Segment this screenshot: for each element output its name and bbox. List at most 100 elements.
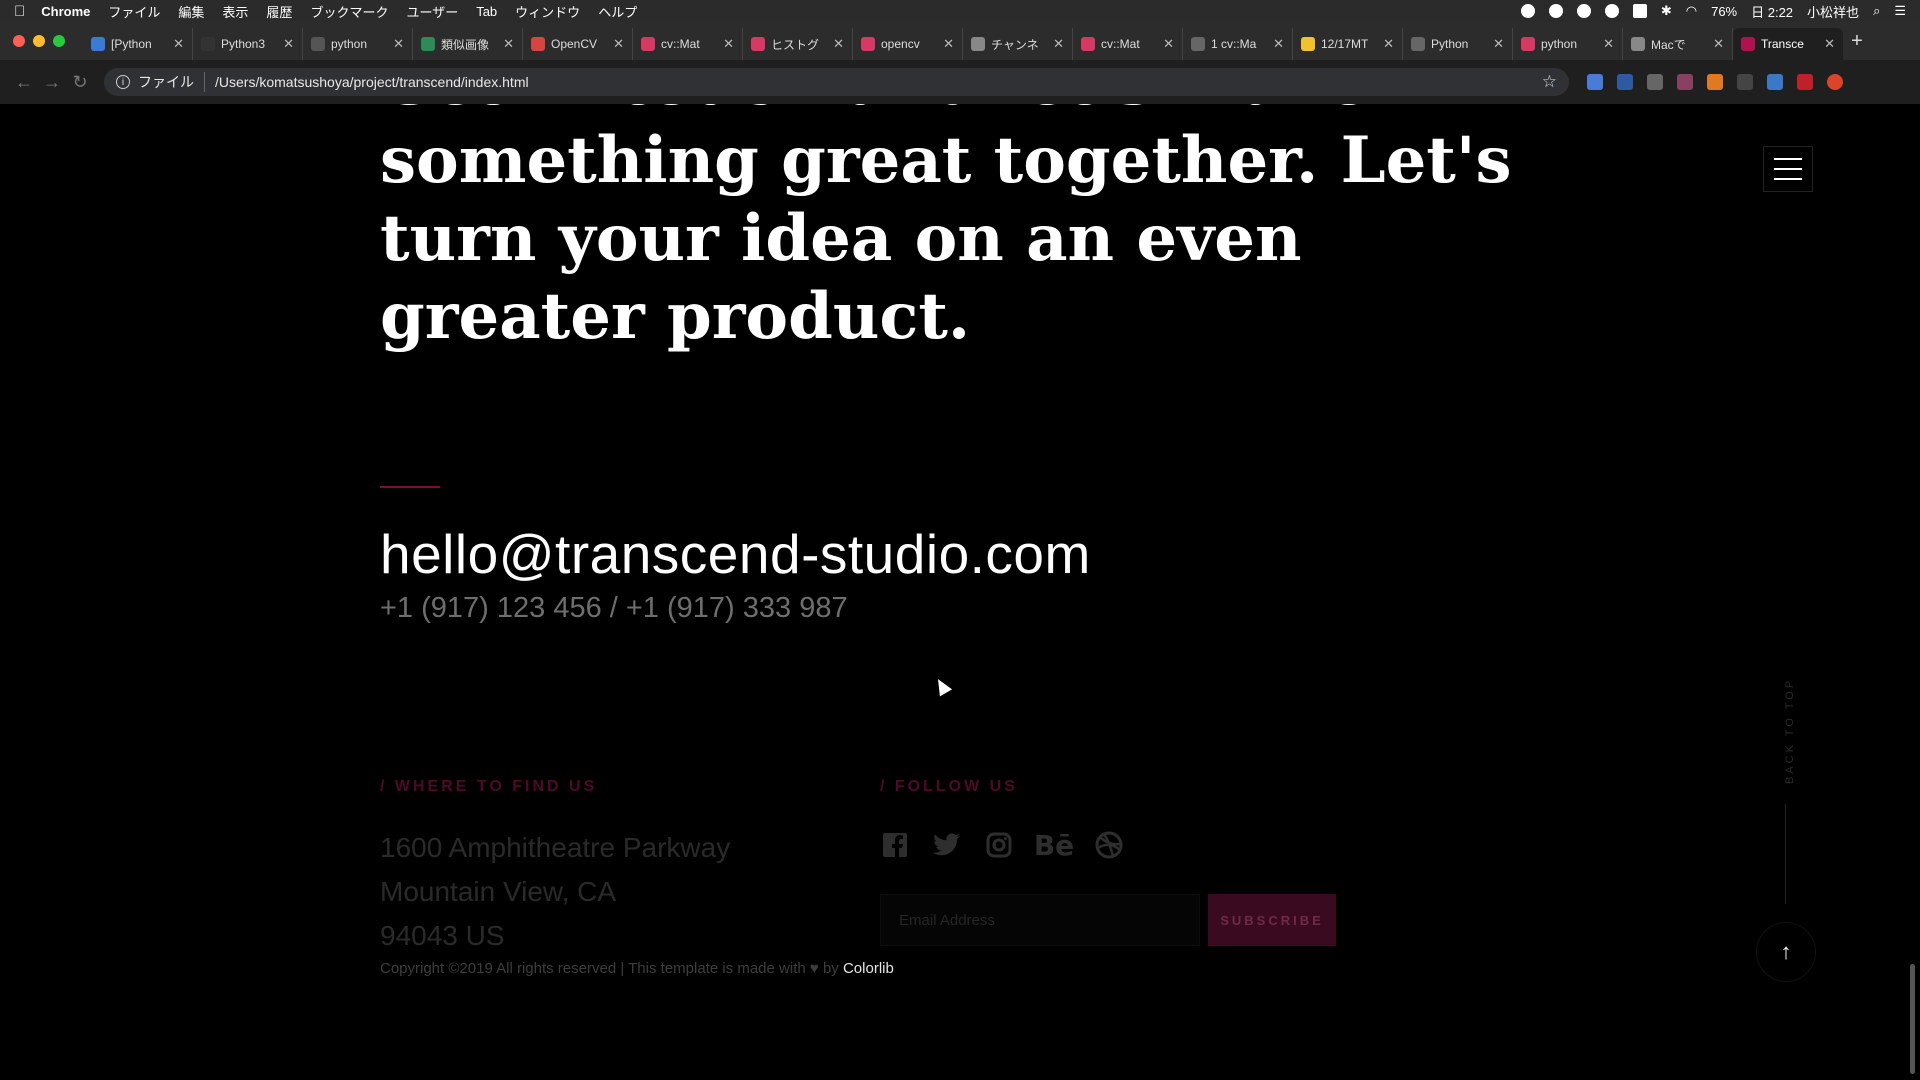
scheme-label: ファイル — [138, 72, 205, 92]
forward-arrow-icon[interactable]: → — [38, 72, 66, 93]
tab-close-icon[interactable]: ✕ — [283, 36, 294, 52]
tab-close-icon[interactable]: ✕ — [1273, 36, 1284, 52]
extension-icon[interactable] — [1677, 74, 1693, 90]
colorlib-link[interactable]: Colorlib — [843, 960, 894, 977]
creative-cloud-icon[interactable] — [1604, 4, 1619, 18]
address-block: 1600 Amphitheatre Parkway Mountain View,… — [380, 826, 730, 958]
url-text[interactable]: /Users/komatsushoya/project/transcend/in… — [215, 74, 1542, 90]
twitter-icon[interactable] — [932, 830, 962, 860]
minimize-window-button[interactable] — [33, 35, 45, 47]
tab-close-icon[interactable]: ✕ — [1713, 36, 1724, 52]
bluetooth-icon[interactable]: ✱ — [1661, 3, 1672, 19]
browser-tab[interactable]: cv::Mat ✕ — [1073, 28, 1183, 60]
subscribe-button[interactable]: SUBSCRIBE — [1208, 894, 1336, 946]
menu-bookmarks[interactable]: ブックマーク — [310, 2, 388, 21]
new-tab-button[interactable]: + — [1843, 30, 1871, 53]
tab-close-icon[interactable]: ✕ — [1493, 36, 1504, 52]
tab-close-icon[interactable]: ✕ — [1824, 36, 1835, 52]
hamburger-menu-button[interactable] — [1763, 146, 1813, 192]
address-line: 94043 US — [380, 920, 505, 951]
tab-close-icon[interactable]: ✕ — [1053, 36, 1064, 52]
status-area: ✱ ◠ 76% 日 2:22 小松祥也 ⌕ ☰ — [1520, 2, 1906, 21]
profile-avatar-icon[interactable] — [1827, 74, 1843, 90]
battery-text[interactable]: 76% — [1711, 4, 1737, 19]
tab-close-icon[interactable]: ✕ — [833, 36, 844, 52]
bookmark-star-icon[interactable]: ☆ — [1542, 72, 1557, 92]
close-window-button[interactable] — [13, 35, 25, 47]
copyright-main: Copyright ©2019 All rights reserved | Th… — [380, 960, 806, 977]
extension-icon[interactable] — [1647, 74, 1663, 90]
clock[interactable]: 日 2:22 — [1751, 2, 1793, 21]
browser-tab[interactable]: Python3 ✕ — [193, 28, 303, 60]
menu-window[interactable]: ウィンドウ — [515, 2, 580, 21]
dribbble-icon[interactable] — [1094, 830, 1124, 860]
page-scrollbar-thumb[interactable] — [1910, 964, 1915, 1074]
notification-center-icon[interactable]: ☰ — [1894, 3, 1906, 19]
browser-tab[interactable]: python ✕ — [1513, 28, 1623, 60]
tab-favicon-icon — [201, 37, 215, 51]
tab-close-icon[interactable]: ✕ — [1603, 36, 1614, 52]
browser-tab[interactable]: 類似画像 ✕ — [413, 28, 523, 60]
browser-tab[interactable]: OpenCV ✕ — [523, 28, 633, 60]
browser-tab[interactable]: Transce ✕ — [1733, 28, 1843, 60]
tab-close-icon[interactable]: ✕ — [613, 36, 624, 52]
instagram-icon[interactable] — [984, 830, 1014, 860]
extension-icon[interactable] — [1797, 74, 1813, 90]
tab-close-icon[interactable]: ✕ — [173, 36, 184, 52]
dropbox-icon[interactable] — [1576, 4, 1591, 18]
menu-edit[interactable]: 編集 — [178, 2, 204, 21]
tab-close-icon[interactable]: ✕ — [393, 36, 404, 52]
browser-tab[interactable]: 12/17MT ✕ — [1293, 28, 1403, 60]
keyboard-icon[interactable] — [1632, 4, 1647, 18]
browser-tab[interactable]: 1 cv::Ma ✕ — [1183, 28, 1293, 60]
menu-history[interactable]: 履歴 — [266, 2, 292, 21]
browser-tab[interactable]: python ✕ — [303, 28, 413, 60]
wifi-icon[interactable]: ◠ — [1686, 3, 1697, 19]
back-to-top-button[interactable]: ↑ — [1756, 922, 1816, 982]
menu-help[interactable]: ヘルプ — [598, 2, 637, 21]
mouse-cursor-icon — [931, 675, 953, 697]
extension-icon[interactable] — [1737, 74, 1753, 90]
metamask-extension-icon[interactable] — [1707, 74, 1723, 90]
grammarly-icon[interactable] — [1548, 4, 1563, 18]
menu-app-name[interactable]: Chrome — [41, 4, 90, 19]
back-arrow-icon[interactable]: ← — [10, 72, 38, 93]
browser-tab[interactable]: cv::Mat ✕ — [633, 28, 743, 60]
dictionary-extension-icon[interactable] — [1617, 74, 1633, 90]
browser-tab[interactable]: [Python ✕ — [83, 28, 193, 60]
tab-close-icon[interactable]: ✕ — [723, 36, 734, 52]
extension-icon[interactable] — [1767, 74, 1783, 90]
apple-menu-icon[interactable]:  — [14, 3, 25, 20]
reload-icon[interactable]: ↻ — [66, 72, 94, 93]
menu-tab[interactable]: Tab — [476, 4, 497, 19]
browser-tab[interactable]: opencv ✕ — [853, 28, 963, 60]
contact-email-link[interactable]: hello@transcend-studio.com — [380, 522, 1091, 586]
spotlight-icon[interactable]: ⌕ — [1873, 3, 1880, 19]
address-bar[interactable]: i ファイル /Users/komatsushoya/project/trans… — [104, 68, 1569, 96]
accent-divider — [380, 486, 440, 488]
tab-title: 1 cv::Ma — [1211, 37, 1257, 51]
tab-favicon-icon — [1631, 37, 1645, 51]
browser-tab[interactable]: Macで ✕ — [1623, 28, 1733, 60]
menu-view[interactable]: 表示 — [222, 2, 248, 21]
tab-close-icon[interactable]: ✕ — [943, 36, 954, 52]
browser-tab[interactable]: ヒストグ ✕ — [743, 28, 853, 60]
tab-favicon-icon — [641, 37, 655, 51]
tab-title: cv::Mat — [1101, 37, 1140, 51]
behance-icon[interactable]: Bē — [1034, 829, 1074, 862]
newsletter-email-input[interactable] — [880, 894, 1200, 946]
info-icon[interactable]: i — [116, 75, 130, 89]
menu-people[interactable]: ユーザー — [406, 2, 458, 21]
record-icon[interactable] — [1520, 4, 1535, 18]
tab-close-icon[interactable]: ✕ — [503, 36, 514, 52]
translate-extension-icon[interactable] — [1587, 74, 1603, 90]
menu-file[interactable]: ファイル — [108, 2, 160, 21]
browser-tab[interactable]: Python ✕ — [1403, 28, 1513, 60]
browser-tab[interactable]: チャンネ ✕ — [963, 28, 1073, 60]
fullscreen-window-button[interactable] — [53, 35, 65, 47]
tab-close-icon[interactable]: ✕ — [1163, 36, 1174, 52]
tab-close-icon[interactable]: ✕ — [1383, 36, 1394, 52]
tab-title: Transce — [1761, 37, 1804, 51]
facebook-icon[interactable] — [880, 830, 910, 860]
user-name[interactable]: 小松祥也 — [1807, 2, 1859, 21]
